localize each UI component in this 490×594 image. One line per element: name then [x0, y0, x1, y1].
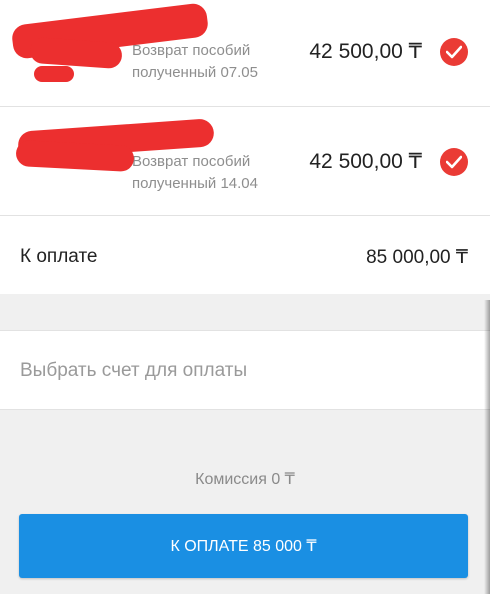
payment-item-1[interactable]: Возврат пособий полученный 07.05 Во 42 5… [0, 0, 490, 107]
select-account-label: Выбрать счет для оплаты [20, 360, 248, 381]
select-account-field[interactable]: Выбрать счет для оплаты [0, 330, 490, 410]
payment-amount: 42 500,00 ₸ [309, 40, 422, 63]
total-label: К оплате [20, 246, 98, 267]
commission-text: Комиссия 0 ₸ [195, 471, 295, 488]
payment-item-2[interactable]: Возврат пособий полученный 14.04 42 500,… [0, 107, 490, 216]
pay-button-label: К ОПЛАТЕ 85 000 ₸ [170, 538, 317, 555]
screen-edge-shadow [484, 300, 490, 594]
pay-button[interactable]: К ОПЛАТЕ 85 000 ₸ [19, 514, 468, 578]
redaction-mark [15, 139, 135, 173]
checkmark-icon[interactable] [440, 148, 468, 176]
redaction-mark [29, 36, 123, 70]
checkmark-icon[interactable] [440, 38, 468, 66]
payment-amount: 42 500,00 ₸ [309, 150, 422, 173]
redaction-mark [34, 66, 74, 82]
payment-description: Возврат пособий полученный 14.04 [132, 153, 258, 192]
total-value: 85 000,00 ₸ [366, 247, 468, 268]
total-row: К оплате 85 000,00 ₸ [0, 216, 490, 294]
